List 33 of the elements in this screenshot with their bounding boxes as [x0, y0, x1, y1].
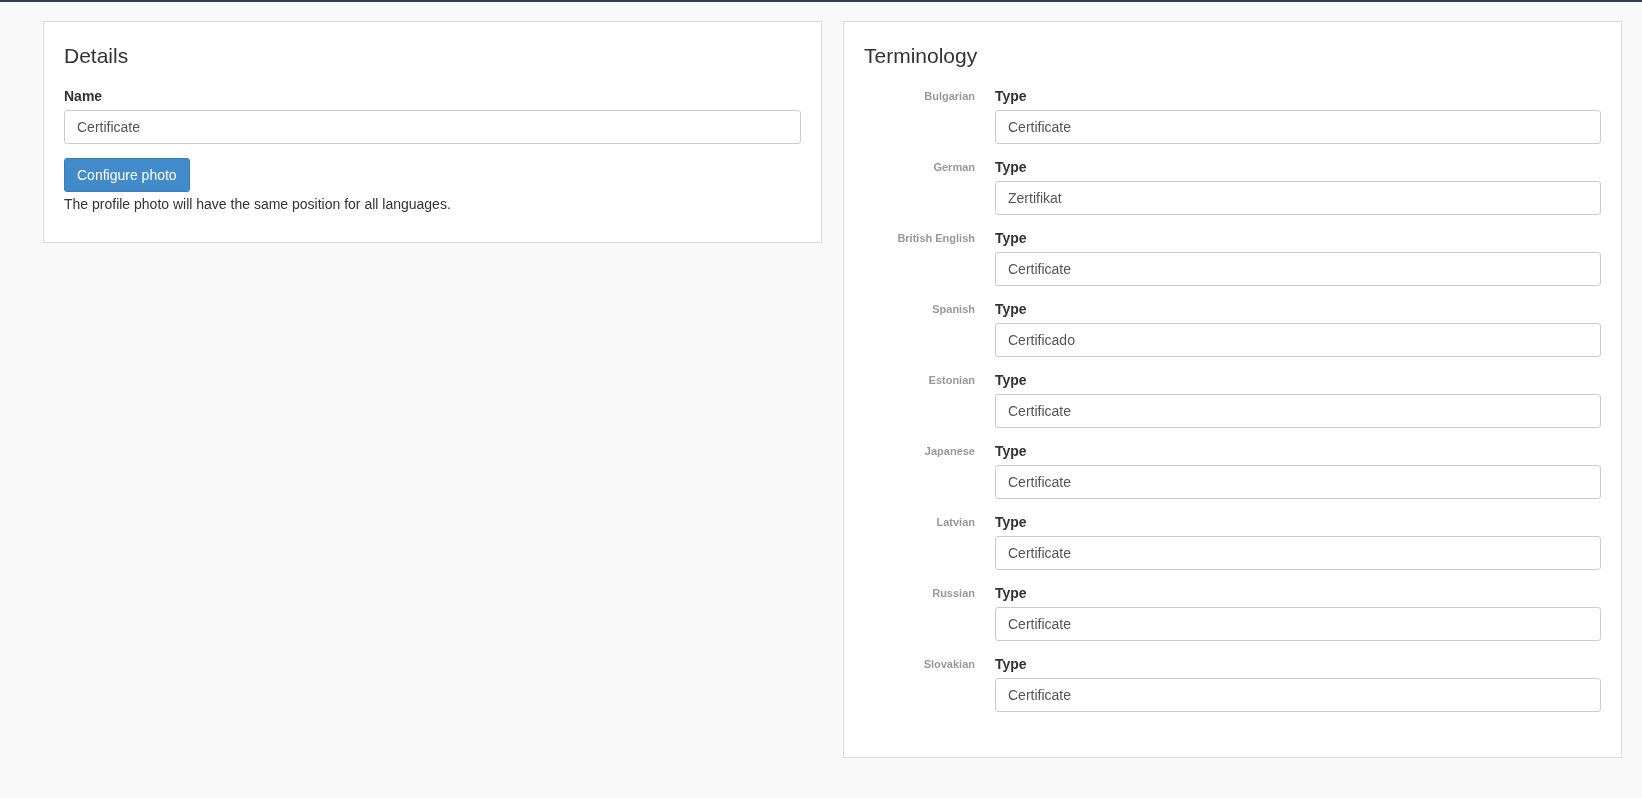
type-input-field[interactable]: Certificate: [995, 607, 1601, 641]
language-label: Slovakian: [922, 657, 975, 672]
type-input-field[interactable]: Certificate: [995, 536, 1601, 570]
name-input-field[interactable]: Certificate: [64, 110, 801, 144]
field-label: Type: [995, 372, 1028, 388]
field-label: Type: [995, 230, 1028, 246]
language-label: Spanish: [931, 302, 975, 317]
field-label: Type: [995, 656, 1028, 672]
type-input-field[interactable]: Certificado: [995, 323, 1601, 357]
field-label: Type: [995, 514, 1028, 530]
type-input-field[interactable]: Certificate: [995, 110, 1601, 144]
type-input-field[interactable]: Certificate: [995, 678, 1601, 712]
type-input-field[interactable]: Certificate: [995, 465, 1601, 499]
type-input-field[interactable]: Certificate: [995, 394, 1601, 428]
field-label: Type: [995, 443, 1028, 459]
language-label: Japanese: [923, 444, 975, 459]
field-label: Type: [995, 159, 1028, 175]
language-label: British English: [896, 231, 975, 246]
type-input-field[interactable]: Zertifikat: [995, 181, 1601, 215]
field-label: Type: [995, 585, 1028, 601]
language-label: Russian: [931, 586, 975, 601]
type-input-field[interactable]: Certificate: [995, 252, 1601, 286]
panel-title: Terminology: [864, 44, 979, 68]
field-label: Type: [995, 301, 1028, 317]
language-label: Estonian: [927, 373, 975, 388]
field-label: Type: [995, 88, 1028, 104]
configure-photo-button[interactable]: Configure photo: [64, 158, 190, 192]
panel-title: Details: [64, 44, 130, 68]
language-label: German: [932, 160, 975, 175]
field-label: Name: [64, 88, 104, 104]
language-label: Latvian: [935, 515, 975, 530]
language-label: Bulgarian: [923, 89, 975, 104]
help-text: The profile photo will have the same position for all languages.: [64, 196, 452, 212]
